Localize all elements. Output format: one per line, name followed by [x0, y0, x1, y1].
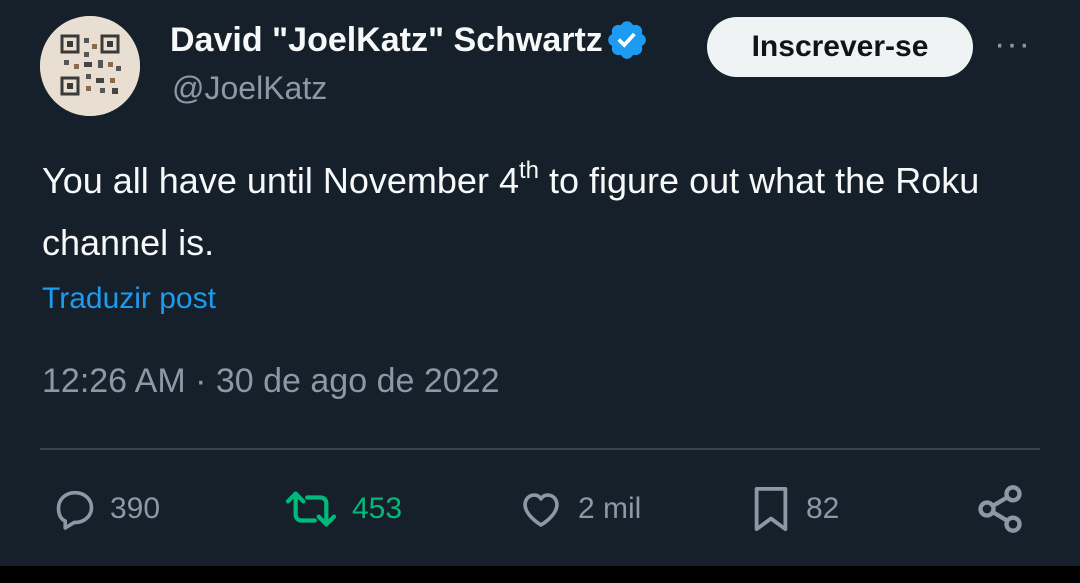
- bookmark-button[interactable]: 82: [748, 482, 839, 536]
- retweet-count: 453: [352, 492, 403, 525]
- retweet-icon: [285, 491, 337, 527]
- divider: [40, 448, 1040, 450]
- reply-icon: [56, 490, 94, 530]
- share-button[interactable]: [974, 482, 1026, 536]
- like-count: 2 mil: [578, 492, 642, 525]
- bookmark-count: 82: [806, 492, 840, 525]
- post-timestamp[interactable]: 12:26 AM · 30 de ago de 2022: [42, 362, 499, 401]
- reply-count: 390: [110, 492, 161, 525]
- heart-icon: [523, 493, 559, 527]
- author-handle[interactable]: @JoelKatz: [172, 70, 327, 107]
- more-options-icon[interactable]: ···: [994, 24, 1031, 64]
- tweet-text-superscript: th: [518, 157, 539, 184]
- author-name-row: David "JoelKatz" Schwartz: [170, 18, 649, 62]
- bottom-bar: [0, 566, 1080, 583]
- avatar[interactable]: [40, 16, 140, 116]
- retweet-button[interactable]: 453: [282, 482, 402, 536]
- verified-badge-icon: [608, 21, 646, 59]
- tweet-text: You all have until November 4th to figur…: [42, 150, 1042, 274]
- reply-button[interactable]: 390: [52, 482, 160, 536]
- share-icon: [978, 485, 1022, 533]
- author-display-name[interactable]: David "JoelKatz" Schwartz: [170, 21, 603, 60]
- tweet-text-part-1: You all have until November 4: [42, 160, 519, 201]
- translate-post-link[interactable]: Traduzir post: [42, 282, 216, 316]
- like-button[interactable]: 2 mil: [516, 482, 641, 536]
- qr-code-avatar-icon: [40, 16, 140, 116]
- bookmark-icon: [754, 486, 788, 532]
- follow-button[interactable]: Inscrever-se: [707, 17, 973, 77]
